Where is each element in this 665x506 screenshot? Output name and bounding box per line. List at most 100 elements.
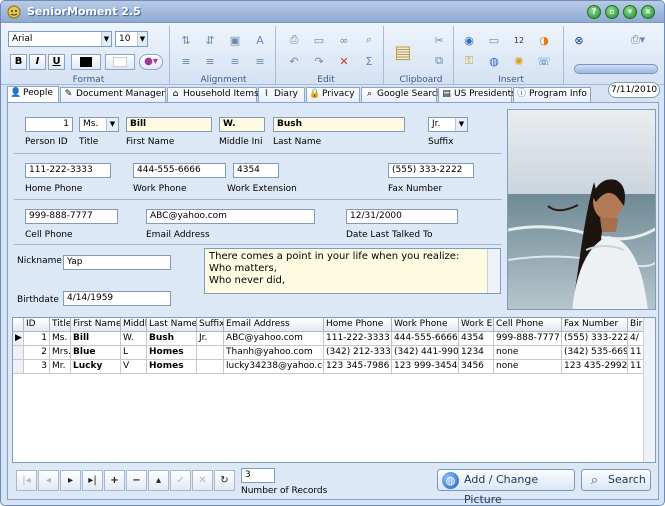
table-cell[interactable]: Lucky	[71, 360, 121, 374]
column-header[interactable]: Suffix	[197, 318, 224, 332]
tab-household-items[interactable]: ⌂ Household Items	[167, 87, 259, 102]
tab-people[interactable]: 👤 People	[7, 86, 59, 103]
table-cell[interactable]: 444-555-6666	[392, 332, 459, 346]
suffix-select[interactable]: Jr. ▼	[428, 117, 468, 132]
work-phone-field[interactable]: 444-555-6666	[133, 163, 226, 178]
search-button[interactable]: ⌕ Search	[581, 469, 651, 491]
font-name-select[interactable]: Arial ▼	[8, 31, 112, 47]
first-record-button[interactable]: |◂	[16, 470, 37, 491]
zoom-slider[interactable]	[574, 64, 658, 74]
italic-button[interactable]: I	[29, 54, 46, 70]
table-cell[interactable]: 1234	[459, 346, 494, 360]
column-header[interactable]: Work Ex	[459, 318, 494, 332]
table-cell[interactable]: 123 435-2992	[562, 360, 628, 374]
last-record-button[interactable]: ▸|	[82, 470, 103, 491]
table-cell[interactable]: none	[494, 346, 562, 360]
table-cell[interactable]: 999-888-7777	[494, 332, 562, 346]
column-header[interactable]: Middle	[121, 318, 147, 332]
highlight-color-button[interactable]	[105, 54, 135, 70]
table-cell[interactable]: Ms.	[50, 332, 71, 346]
table-cell[interactable]: 4354	[459, 332, 494, 346]
nickname-field[interactable]: Yap	[63, 255, 171, 270]
next-record-button[interactable]: ▸	[60, 470, 81, 491]
globe-icon[interactable]: ◍	[486, 53, 502, 69]
column-header[interactable]: Fax Number	[562, 318, 628, 332]
prior-record-button[interactable]: ◂	[38, 470, 59, 491]
calendar-icon[interactable]: 12	[511, 32, 527, 48]
help-button[interactable]: ?	[587, 5, 601, 19]
sun-icon[interactable]: ✺	[511, 53, 527, 69]
insert-record-button[interactable]: +	[104, 470, 125, 491]
column-header[interactable]: Work Phone	[392, 318, 459, 332]
table-row[interactable]: 3Mr.LuckyVHomes lucky34238@yahoo.com123 3…	[13, 360, 645, 374]
date-last-talked-field[interactable]: 12/31/2000	[346, 209, 458, 224]
table-cell[interactable]: 111-222-3333	[324, 332, 392, 346]
table-cell[interactable]: Mr.	[50, 360, 71, 374]
first-name-field[interactable]: Bill	[126, 117, 212, 132]
column-header[interactable]: First Name	[71, 318, 121, 332]
copy-icon[interactable]: ⧉	[431, 53, 447, 69]
table-cell[interactable]: 2	[24, 346, 50, 360]
underline-button[interactable]: U	[48, 54, 65, 70]
chart-icon[interactable]: ◑	[536, 32, 552, 48]
align-right-icon[interactable]: ≡	[227, 53, 243, 69]
new-document-icon[interactable]: ▭	[311, 32, 327, 48]
notes-textarea[interactable]: There comes a point in your life when yo…	[204, 248, 501, 294]
restore-button[interactable]: ▫	[605, 5, 619, 19]
cancel-edit-button[interactable]: ✕	[192, 470, 213, 491]
table-cell[interactable]: Thanh@yahoo.com	[224, 346, 324, 360]
align-center-icon[interactable]: ≡	[202, 53, 218, 69]
bold-button[interactable]: B	[10, 54, 27, 70]
refresh-button[interactable]: ↻	[214, 470, 235, 491]
tab-google-search[interactable]: ⌕ Google Search	[361, 87, 443, 102]
printer-dropdown-icon[interactable]: ⎙▾	[626, 32, 650, 48]
birthdate-field[interactable]: 4/14/1959	[63, 291, 171, 306]
delete-record-button[interactable]: −	[126, 470, 147, 491]
tab-program-info[interactable]: ⓘ Program Info	[513, 87, 591, 102]
window-icon[interactable]: ▭	[486, 32, 502, 48]
sum-icon[interactable]: Σ	[361, 53, 377, 69]
table-cell[interactable]: L	[121, 346, 147, 360]
table-cell[interactable]: V	[121, 360, 147, 374]
key-icon[interactable]: ⚿	[461, 53, 477, 69]
last-name-field[interactable]: Bush	[273, 117, 405, 132]
notes-scrollbar[interactable]	[487, 249, 500, 293]
person-id-field[interactable]: 1	[25, 117, 73, 132]
cell-phone-field[interactable]: 999-888-7777	[25, 209, 118, 224]
sort-descending-icon[interactable]: ⇵	[202, 32, 218, 48]
minimize-button[interactable]: ▾	[623, 5, 637, 19]
find-icon[interactable]: ⌕	[361, 32, 377, 48]
font-color-button[interactable]	[71, 54, 101, 70]
tab-us-presidents[interactable]: ▤ US Presidents	[438, 87, 516, 102]
fax-number-field[interactable]: (555) 333-2222	[388, 163, 474, 178]
table-cell[interactable]: Homes	[147, 346, 197, 360]
email-field[interactable]: ABC@yahoo.com	[146, 209, 315, 224]
table-cell[interactable]: 123 999-3454	[392, 360, 459, 374]
link-icon[interactable]: ∞	[336, 32, 352, 48]
title-select[interactable]: Ms. ▼	[79, 117, 119, 132]
align-justify-icon[interactable]: ≡	[252, 53, 268, 69]
table-cell[interactable]: 1	[24, 332, 50, 346]
table-cell[interactable]: (342) 535-6696	[562, 346, 628, 360]
tab-privacy[interactable]: 🔒 Privacy	[306, 87, 360, 102]
current-row-indicator[interactable]: ▶	[13, 332, 24, 346]
close-button[interactable]: ×	[641, 5, 655, 19]
cut-icon[interactable]: ✂	[431, 32, 447, 48]
table-cell[interactable]: 123 345-7986	[324, 360, 392, 374]
phone-icon[interactable]: ☏	[536, 53, 552, 69]
table-cell[interactable]	[197, 360, 224, 374]
table-cell[interactable]: Blue	[71, 346, 121, 360]
column-header[interactable]: Home Phone	[324, 318, 392, 332]
delete-icon[interactable]: ✕	[336, 53, 352, 69]
row-selector[interactable]	[13, 346, 24, 360]
grid-scrollbar[interactable]	[643, 318, 655, 462]
font-size-select[interactable]: 10 ▼	[115, 31, 148, 47]
table-cell[interactable]: none	[494, 360, 562, 374]
table-cell[interactable]: Homes	[147, 360, 197, 374]
add-change-picture-button[interactable]: ◍ Add / Change Picture	[437, 469, 575, 505]
style-button[interactable]: ●▾	[139, 54, 163, 70]
column-header[interactable]: Email Address	[224, 318, 324, 332]
table-row[interactable]: ▶ 1 Ms. Bill W. Bush Jr. ABC@yahoo.com 111-222-3…	[13, 332, 645, 346]
binoculars-icon[interactable]: ⊗	[571, 32, 587, 48]
work-extension-field[interactable]: 4354	[233, 163, 279, 178]
